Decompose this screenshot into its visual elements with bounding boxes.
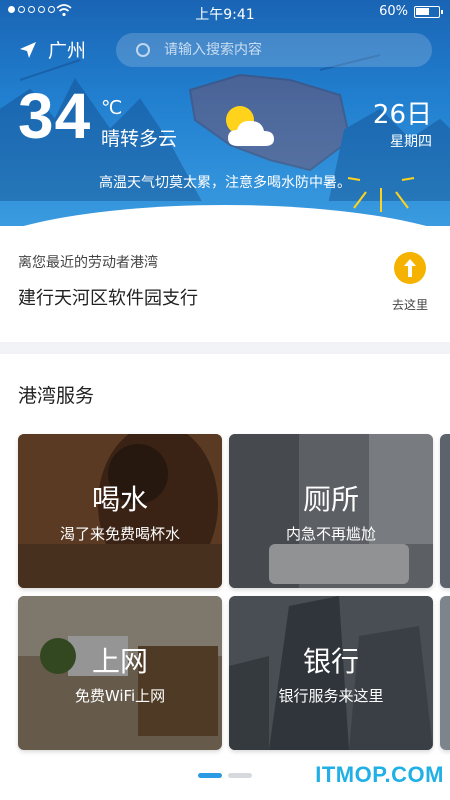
navigate-label: 去这里 <box>391 298 428 312</box>
city-name: 广州 <box>48 40 87 62</box>
service-card-partial[interactable] <box>440 434 450 588</box>
temperature: 34 <box>18 80 92 152</box>
service-subtitle: 内急不再尴尬 <box>285 525 376 543</box>
page-dot[interactable] <box>228 773 252 778</box>
service-title: 上网 <box>91 645 148 678</box>
weekday: 星期四 <box>390 134 432 150</box>
battery-icon <box>414 6 443 18</box>
service-card-partial[interactable] <box>440 596 450 750</box>
service-subtitle: 渴了来免费喝杯水 <box>59 525 180 543</box>
service-card-toilet[interactable]: 厕所 内急不再尴尬 <box>229 434 433 588</box>
nearest-station-card[interactable]: 离您最近的劳动者港湾 建行天河区软件园支行 去这里 <box>0 238 450 338</box>
service-title: 银行 <box>302 645 359 678</box>
section-divider <box>0 342 450 354</box>
service-card-bank[interactable]: 银行 银行服务来这里 <box>229 596 433 750</box>
status-bar: 上午9:41 60% <box>0 0 450 24</box>
sun-rays-decoration <box>347 177 415 212</box>
nearest-caption: 离您最近的劳动者港湾 <box>18 255 158 271</box>
date: 26日 <box>372 100 432 130</box>
city-selector[interactable]: 广州 <box>18 36 86 63</box>
service-card-water[interactable]: 喝水 渴了来免费喝杯水 <box>18 434 222 588</box>
navigate-button[interactable]: 去这里 <box>386 252 434 313</box>
service-title: 厕所 <box>302 483 359 516</box>
temperature-unit: ℃ <box>101 97 123 119</box>
sun-cloud-icon <box>226 106 274 146</box>
service-subtitle: 免费WiFi上网 <box>74 687 166 705</box>
service-card-wifi[interactable]: 上网 免费WiFi上网 <box>18 596 222 750</box>
nearest-station-name: 建行天河区软件园支行 <box>18 288 198 309</box>
service-photo <box>440 434 450 588</box>
weather-condition: 晴转多云 <box>101 128 178 150</box>
search-bar[interactable] <box>116 33 432 67</box>
watermark: ITMOP.COM <box>315 762 444 787</box>
navigate-arrow-icon <box>394 252 426 284</box>
service-title: 喝水 <box>91 483 148 516</box>
battery-percent: 60% <box>379 4 408 19</box>
service-subtitle: 银行服务来这里 <box>278 687 384 705</box>
location-arrow-icon <box>20 41 36 58</box>
services-title: 港湾服务 <box>18 385 95 407</box>
page-indicator <box>198 773 252 778</box>
page-dot-active[interactable] <box>198 773 222 778</box>
service-photo <box>440 596 450 750</box>
search-icon <box>136 43 150 57</box>
search-input[interactable] <box>164 42 404 58</box>
weather-banner: 上午9:41 60% 广州 34 ℃ 晴转多云 26日 星期四 高温天气切莫太累… <box>0 0 450 226</box>
